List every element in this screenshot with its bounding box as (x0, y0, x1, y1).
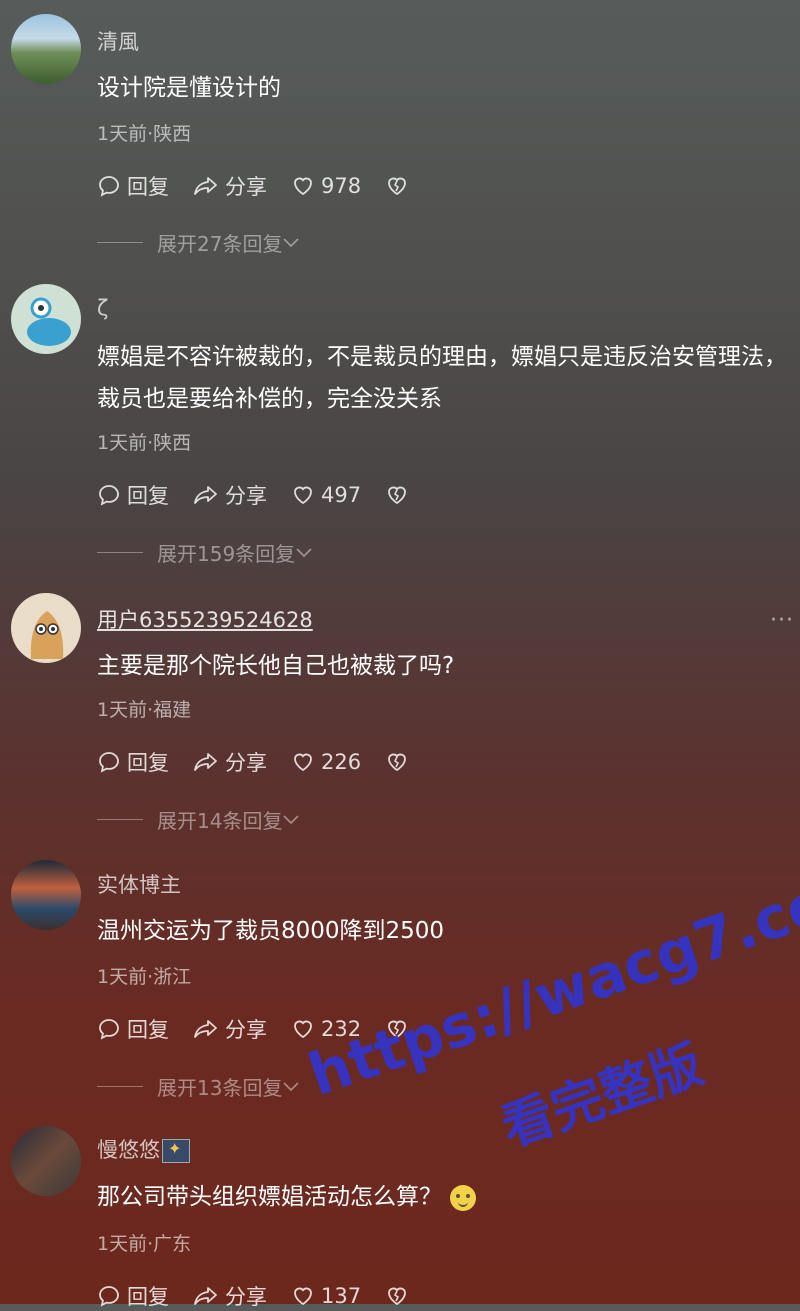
comment-bubble-icon (99, 485, 119, 506)
like-button[interactable]: 978 (291, 174, 361, 198)
chevron-down-icon (296, 547, 312, 557)
reply-button[interactable]: 回复 (97, 171, 169, 201)
reply-label: 回复 (127, 751, 169, 775)
comment-text: 主要是那个院长他自己也被裁了吗? (97, 653, 455, 679)
reply-button[interactable]: 回复 (97, 747, 169, 777)
heart-icon (294, 1287, 312, 1306)
comment-bubble-icon (99, 1019, 119, 1040)
avatar[interactable] (11, 284, 81, 354)
reply-label: 回复 (127, 175, 169, 199)
comment-bubble-icon (99, 176, 119, 197)
heart-icon (294, 486, 312, 505)
like-count: 226 (321, 750, 362, 774)
divider (97, 242, 143, 243)
dislike-button[interactable] (385, 1284, 415, 1308)
divider (97, 1086, 143, 1087)
username[interactable]: 慢悠悠 (97, 1134, 190, 1164)
comment-actions: 回复 分享 497 (97, 480, 439, 510)
chevron-down-icon (283, 237, 300, 247)
share-button[interactable]: 分享 (193, 747, 267, 777)
chevron-down-icon (283, 814, 300, 824)
comment-meta: 1天前·陕西 (97, 432, 192, 454)
heart-icon (294, 753, 312, 772)
comment-actions: 回复 分享 226 (97, 747, 439, 777)
heart-icon (294, 1020, 312, 1039)
share-arrow-icon (194, 1287, 217, 1305)
expand-label: 展开14条回复 (157, 809, 283, 833)
like-button[interactable]: 226 (291, 750, 361, 774)
avatar[interactable] (11, 593, 81, 663)
cartoon-avatar-icon (27, 297, 71, 346)
divider (97, 552, 143, 553)
like-count: 497 (321, 483, 362, 507)
share-button[interactable]: 分享 (193, 171, 267, 201)
expand-label: 展开159条回复 (157, 542, 296, 566)
reply-label: 回复 (127, 1285, 169, 1309)
expand-replies[interactable]: 展开14条回复 (97, 805, 300, 834)
broken-heart-icon (388, 753, 406, 772)
avatar[interactable] (11, 860, 81, 930)
more-options-icon[interactable]: ··· (770, 608, 794, 633)
reply-button[interactable]: 回复 (97, 1014, 169, 1044)
dislike-button[interactable] (385, 750, 415, 774)
share-arrow-icon (194, 177, 217, 195)
comment-meta: 1天前·浙江 (97, 966, 192, 988)
share-button[interactable]: 分享 (193, 480, 267, 510)
username-text: 慢悠悠 (97, 1138, 160, 1162)
share-label: 分享 (225, 1285, 267, 1309)
broken-heart-icon (388, 486, 406, 505)
share-arrow-icon (194, 486, 217, 504)
comment-meta: 1天前·陕西 (97, 123, 192, 145)
like-count: 137 (321, 1284, 362, 1308)
dislike-button[interactable] (385, 174, 415, 198)
username[interactable]: ζ (97, 296, 108, 320)
comment-actions: 回复 分享 137 (97, 1281, 439, 1311)
reply-label: 回复 (127, 484, 169, 508)
broken-heart-icon (388, 177, 406, 196)
expand-replies[interactable]: 展开159条回复 (97, 538, 313, 567)
dislike-button[interactable] (385, 483, 415, 507)
heart-icon (294, 177, 312, 196)
username[interactable]: 实体博主 (97, 869, 181, 899)
comment-text: 嫖娼是不容许被裁的，不是裁员的理由，嫖娼只是违反治安管理法，裁员也是要给补偿的，… (97, 344, 787, 412)
like-button[interactable]: 497 (291, 483, 361, 507)
share-label: 分享 (225, 751, 267, 775)
smile-emoji-icon (450, 1184, 476, 1211)
avatar[interactable] (11, 1126, 81, 1196)
reply-label: 回复 (127, 1018, 169, 1042)
expand-replies[interactable]: 展开27条回复 (97, 228, 300, 257)
comment-text: 那公司带头组织嫖娼活动怎么算？ (97, 1176, 787, 1218)
share-label: 分享 (225, 484, 267, 508)
avatar[interactable] (11, 14, 81, 84)
share-arrow-icon (194, 753, 217, 771)
watermark-caption: 看完整版 (494, 1034, 711, 1160)
divider (97, 819, 143, 820)
cartoon-avatar-icon (30, 611, 64, 659)
username[interactable]: 清風 (97, 26, 139, 56)
share-button[interactable]: 分享 (193, 1281, 267, 1311)
comment-text: 设计院是懂设计的 (97, 75, 281, 101)
comment-meta: 1天前·福建 (97, 699, 192, 721)
comment-bubble-icon (99, 752, 119, 773)
username[interactable]: 用户6355239524628 (97, 604, 313, 634)
expand-label: 展开13条回复 (157, 1076, 283, 1100)
comment-actions: 回复 分享 978 (97, 171, 439, 201)
share-button[interactable]: 分享 (193, 1014, 267, 1044)
comment-text-body: 那公司带头组织嫖娼活动怎么算？ (97, 1184, 442, 1210)
reply-button[interactable]: 回复 (97, 1281, 169, 1311)
reply-button[interactable]: 回复 (97, 480, 169, 510)
chevron-down-icon (283, 1081, 300, 1091)
comment-meta: 1天前·广东 (97, 1233, 192, 1255)
expand-replies[interactable]: 展开13条回复 (97, 1072, 300, 1101)
expand-label: 展开27条回复 (157, 232, 283, 256)
comment-bubble-icon (99, 1286, 119, 1307)
share-label: 分享 (225, 1018, 267, 1042)
like-count: 978 (321, 174, 362, 198)
share-arrow-icon (194, 1020, 217, 1038)
broken-heart-icon (388, 1287, 406, 1306)
badge-icon (162, 1139, 190, 1163)
like-button[interactable]: 137 (291, 1284, 361, 1308)
share-label: 分享 (225, 175, 267, 199)
